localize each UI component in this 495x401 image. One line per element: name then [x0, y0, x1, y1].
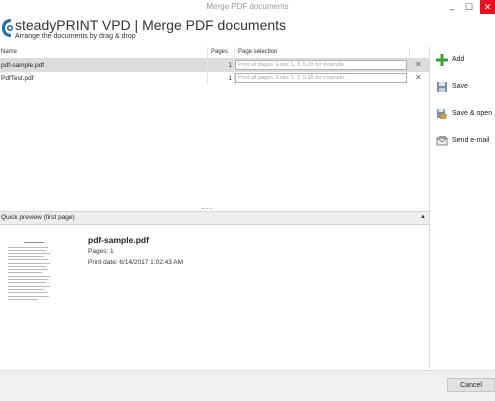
column-header-page-selection[interactable]: Page selection — [238, 49, 277, 55]
remove-document-icon[interactable]: ✕ — [415, 73, 422, 82]
close-button[interactable]: ✕ — [480, 0, 495, 14]
documents-panel: Name Pages Page selection pdf-sample.pdf… — [0, 47, 430, 369]
collapse-arrow-icon[interactable]: ▲ — [420, 214, 426, 220]
minimize-button[interactable]: _ — [445, 0, 459, 12]
send-email-button[interactable]: Send e-mail — [430, 133, 495, 153]
page-selection-input[interactable] — [235, 73, 407, 83]
document-name: PdfTest.pdf — [1, 75, 34, 82]
table-header: Name Pages Page selection — [0, 47, 429, 59]
send-email-button-label: Send e-mail — [452, 137, 490, 144]
quick-preview-header[interactable]: Quick preview (first page) ▲ — [0, 211, 429, 225]
save-and-open-button-label: Save & open — [452, 110, 493, 117]
save-open-icon — [437, 109, 447, 119]
page-selection-input[interactable] — [235, 60, 407, 70]
add-button[interactable]: Add — [430, 52, 495, 72]
page-thumbnail — [6, 240, 78, 310]
document-name: pdf-sample.pdf — [1, 62, 44, 69]
footer-bar: Cancel — [0, 370, 495, 401]
page-subtitle: Arrange the documents by drag & drop — [15, 33, 136, 40]
remove-document-icon[interactable]: ✕ — [415, 60, 422, 69]
page-title: steadyPRINT VPD | Merge PDF documents — [15, 17, 287, 33]
actions-sidebar: Add Save Save & open Send e-mail — [430, 47, 495, 369]
preview-print-date: Print date: 6/14/2017 1:02:43 AM — [88, 259, 184, 266]
plus-icon — [436, 54, 448, 66]
preview-document-title: pdf-sample.pdf — [88, 235, 149, 245]
column-header-name[interactable]: Name — [1, 49, 17, 55]
preview-page-count: Pages: 1 — [88, 248, 114, 255]
column-divider[interactable] — [409, 47, 410, 58]
document-pages: 1 — [228, 75, 232, 82]
title-bar: Merge PDF documents _ ☐ ✕ — [0, 0, 495, 14]
column-divider[interactable] — [207, 47, 208, 58]
table-row[interactable]: pdf-sample.pdf 1 ✕ — [0, 59, 429, 72]
quick-preview-label: Quick preview (first page) — [1, 214, 75, 221]
column-divider[interactable] — [234, 47, 235, 58]
quick-preview-panel: Quick preview (first page) ▲ pdf-sample.… — [0, 211, 429, 369]
maximize-button[interactable]: ☐ — [462, 0, 476, 14]
column-header-pages[interactable]: Pages — [211, 49, 228, 55]
table-row[interactable]: PdfTest.pdf 1 ✕ — [0, 72, 429, 85]
steadyprint-logo-icon — [2, 19, 13, 37]
email-icon — [436, 136, 448, 146]
save-icon — [437, 82, 447, 92]
window-title: Merge PDF documents — [206, 2, 289, 11]
add-button-label: Add — [452, 56, 465, 63]
save-button[interactable]: Save — [430, 79, 495, 99]
document-pages: 1 — [228, 62, 232, 69]
save-button-label: Save — [452, 83, 468, 90]
save-and-open-button[interactable]: Save & open — [430, 106, 495, 126]
cancel-button[interactable]: Cancel — [447, 378, 495, 392]
